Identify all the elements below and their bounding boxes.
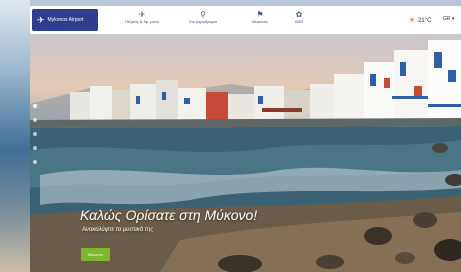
sun-icon: ☀ <box>408 15 417 25</box>
language-label: GR <box>443 16 451 22</box>
logo-text: Mykonos Airport <box>47 17 84 23</box>
slider-dot[interactable] <box>33 132 37 136</box>
handshake-icon: ✿ <box>295 10 303 19</box>
nav-item-mykonos[interactable]: ⚑ Μύκονος <box>236 10 284 25</box>
slider-dots <box>33 104 38 174</box>
walking-person-icon: ⚲ <box>200 10 206 19</box>
airplane-logo-icon: ✈ <box>37 14 45 25</box>
nav-item-at-airport[interactable]: ⚲ Στο Αεροδρόμιο <box>176 10 230 25</box>
hero-title: Καλώς Ορίσατε στη Μύκονο! <box>80 207 258 223</box>
chevron-down-icon: ▾ <box>451 16 455 22</box>
slider-dot[interactable] <box>33 104 37 108</box>
slider-dot[interactable] <box>33 146 37 150</box>
temperature: 21°C <box>418 17 432 24</box>
language-selector[interactable]: GR ▾ <box>443 16 454 22</box>
nav-item-label: Πτήσεις & δρ. μόνο <box>124 19 160 24</box>
top-navigation: ✈ Mykonos Airport ✈ Πτήσεις & δρ. μόνο ⚲… <box>30 6 461 34</box>
map-pin-icon: ⚑ <box>256 10 264 19</box>
nav-item-label: B2B <box>295 19 303 24</box>
hero-subtitle: Ανακαλύψτε τα μυστικά της <box>82 227 154 233</box>
slider-dot[interactable] <box>33 118 37 122</box>
site-logo[interactable]: ✈ Mykonos Airport <box>32 9 98 31</box>
mykonos-cta-button[interactable]: Μύκονος <box>81 248 110 261</box>
previous-slide-preview <box>0 0 30 272</box>
nav-item-flights[interactable]: ✈ Πτήσεις & δρ. μόνο <box>114 10 170 25</box>
nav-item-b2b[interactable]: ✿ B2B <box>284 10 314 25</box>
weather-widget: ☀ 21°C <box>408 15 431 26</box>
plane-icon: ✈ <box>138 10 146 19</box>
nav-item-label: Μύκονος <box>252 19 268 24</box>
slider-dot[interactable] <box>33 160 37 164</box>
nav-item-label: Στο Αεροδρόμιο <box>188 19 217 24</box>
hero-section: ✈ Mykonos Airport ✈ Πτήσεις & δρ. μόνο ⚲… <box>30 0 461 272</box>
